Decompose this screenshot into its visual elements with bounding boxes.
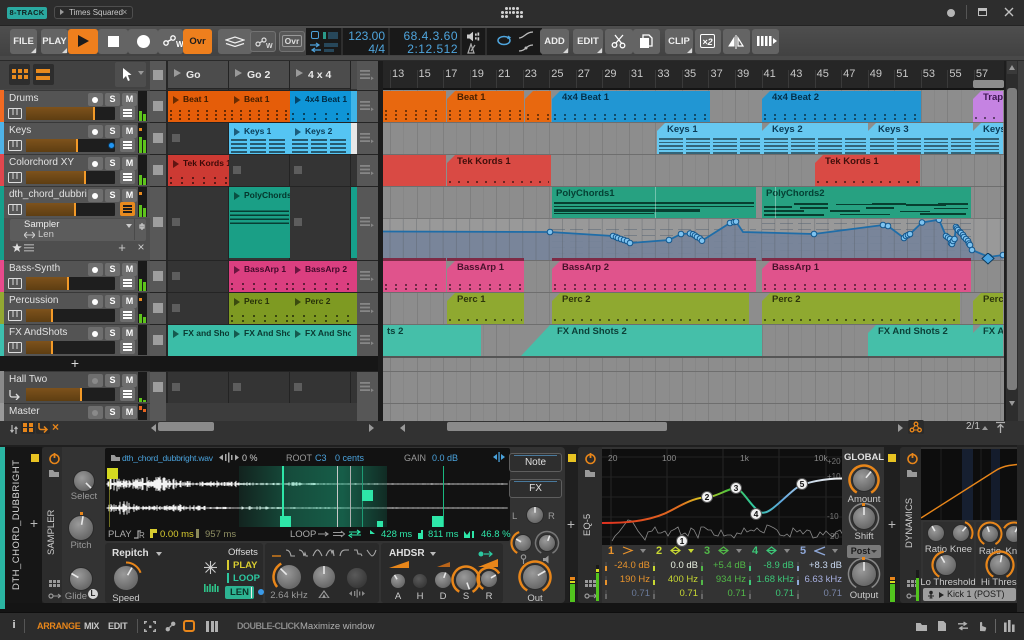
svg-text:R: R [139, 531, 145, 539]
